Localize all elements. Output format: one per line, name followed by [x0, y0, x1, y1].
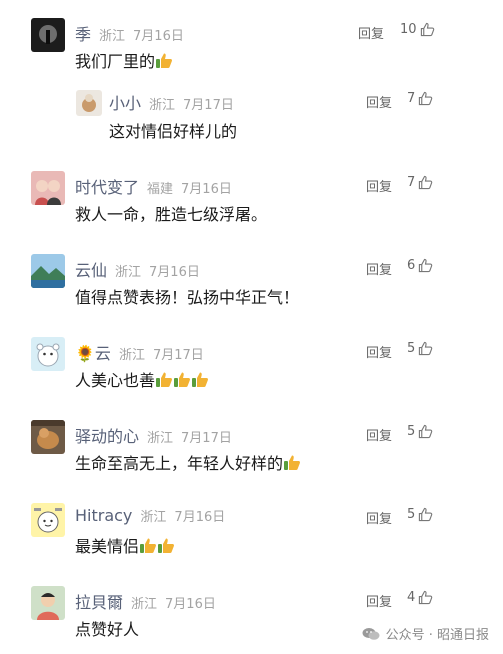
avatar[interactable] [76, 90, 102, 116]
comment-date: 7月16日 [165, 597, 216, 612]
thumbs-up-icon [419, 91, 433, 106]
watermark-text: 公众号 · 昭通日报 [385, 628, 489, 643]
comment-date: 7月16日 [149, 265, 200, 280]
comment-text: 最美情侣 [75, 533, 175, 557]
comment-date: 7月16日 [181, 182, 232, 197]
reply-button[interactable]: 回复 [366, 425, 392, 444]
like-count: 6 [407, 258, 416, 273]
watermark: 公众号 · 昭通日报 [362, 624, 489, 643]
comment-date: 7月17日 [183, 98, 234, 113]
avatar[interactable] [31, 503, 65, 537]
thumbs-up-icon [420, 22, 434, 37]
reply-button[interactable]: 回复 [366, 92, 392, 111]
comment-location: 浙江 [131, 597, 158, 612]
like-button[interactable]: 7 [407, 175, 433, 190]
comment-location: 浙江 [149, 98, 176, 113]
comment-text: 值得点赞表扬！弘扬中华正气！ [75, 288, 300, 307]
comment-text: 救人一命，胜造七级浮屠。 [75, 205, 268, 224]
comment-author[interactable]: 🌻云 [75, 344, 111, 363]
thumbs-up-emoji-icon [173, 371, 191, 389]
like-count: 7 [407, 175, 416, 190]
comment-author[interactable]: 时代变了 [75, 178, 139, 197]
thumbs-up-icon [419, 590, 433, 605]
reply-button[interactable]: 回复 [366, 176, 392, 195]
like-count: 7 [407, 91, 416, 106]
comment-author[interactable]: Hitracy [75, 506, 132, 525]
comment-location: 浙江 [99, 29, 126, 44]
comment-author[interactable]: 云仙 [75, 261, 107, 280]
like-button[interactable]: 7 [407, 91, 433, 106]
like-count: 10 [400, 22, 417, 37]
comment-date: 7月16日 [174, 510, 226, 525]
avatar[interactable] [31, 171, 65, 205]
avatar[interactable] [31, 586, 65, 620]
comment-author[interactable]: 驿动的心 [75, 427, 139, 446]
comment-location: 浙江 [118, 348, 145, 363]
like-button[interactable]: 5 [407, 341, 433, 356]
wechat-icon [362, 627, 380, 640]
reply-button[interactable]: 回复 [366, 508, 392, 527]
thumbs-up-emoji-icon [139, 537, 157, 555]
like-count: 5 [407, 424, 416, 439]
comment-text: 这对情侣好样儿的 [109, 122, 238, 141]
like-button[interactable]: 5 [407, 507, 433, 522]
avatar[interactable] [31, 337, 65, 371]
comment-date: 7月17日 [152, 348, 204, 363]
reply-button[interactable]: 回复 [366, 259, 392, 278]
comment-author[interactable]: 小小 [109, 94, 141, 113]
thumbs-up-emoji-icon [155, 52, 173, 70]
comment-author[interactable]: 季 [75, 25, 91, 44]
avatar[interactable] [31, 18, 65, 52]
like-button[interactable]: 4 [407, 590, 433, 605]
like-button[interactable]: 6 [407, 258, 433, 273]
like-count: 5 [407, 507, 416, 522]
reply-button[interactable]: 回复 [366, 591, 392, 610]
comment-text: 我们厂里的 [75, 48, 173, 72]
avatar[interactable] [31, 420, 65, 454]
comment-location: 浙江 [140, 510, 167, 525]
comment-text: 人美心也善 [75, 367, 209, 391]
thumbs-up-emoji-icon [191, 371, 209, 389]
thumbs-up-emoji-icon [155, 371, 173, 389]
comment-author[interactable]: 拉貝爾 [75, 593, 123, 612]
comment-text: 点赞好人 [75, 620, 140, 639]
comment-date: 7月16日 [133, 29, 184, 44]
thumbs-up-emoji-icon [283, 454, 301, 472]
like-count: 4 [407, 590, 416, 605]
thumbs-up-icon [419, 258, 433, 273]
like-button[interactable]: 5 [407, 424, 433, 439]
avatar[interactable] [31, 254, 65, 288]
thumbs-up-icon [419, 424, 433, 439]
thumbs-up-emoji-icon [157, 537, 175, 555]
comment-location: 浙江 [115, 265, 142, 280]
comment-date: 7月17日 [181, 431, 232, 446]
like-count: 5 [407, 341, 416, 356]
comment-location: 福建 [147, 182, 174, 197]
reply-button[interactable]: 回复 [358, 23, 384, 42]
reply-button[interactable]: 回复 [366, 342, 392, 361]
comment-location: 浙江 [147, 431, 174, 446]
like-button[interactable]: 10 [400, 22, 435, 37]
thumbs-up-icon [419, 507, 433, 522]
comment-text: 生命至高无上，年轻人好样的 [75, 450, 301, 474]
thumbs-up-icon [419, 341, 433, 356]
thumbs-up-icon [419, 175, 433, 190]
